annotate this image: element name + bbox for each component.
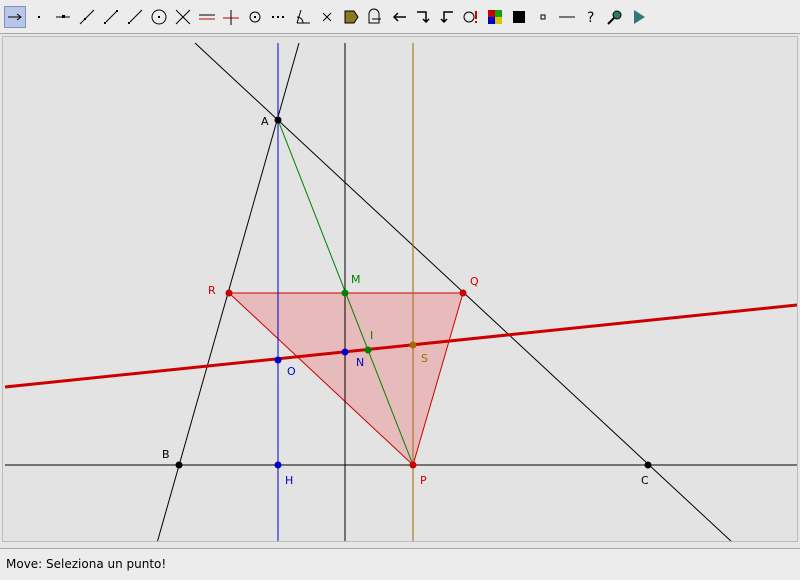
svg-text:?: ? [587, 10, 594, 26]
label-a: A [261, 115, 269, 128]
perpendicular-line-tool-button[interactable] [220, 6, 242, 28]
color-palette-button[interactable] [484, 6, 506, 28]
angle-tool-button[interactable] [292, 6, 314, 28]
parallel-line-tool-button[interactable] [196, 6, 218, 28]
parallel-line-tool-icon [199, 14, 215, 19]
measure-tool-button[interactable] [364, 6, 386, 28]
intersect-tool-button[interactable] [172, 6, 194, 28]
label-r: R [208, 284, 216, 297]
point-p[interactable] [409, 461, 417, 469]
segment-point-tool-button[interactable] [52, 6, 74, 28]
line-tool-button[interactable] [76, 6, 98, 28]
segment-tool-button[interactable] [100, 6, 122, 28]
measure-tool-icon [368, 8, 381, 23]
triangle-pqr[interactable] [227, 292, 464, 466]
ray-tool-button[interactable] [124, 6, 146, 28]
circle-tool-icon [151, 9, 167, 24]
redo-step-button[interactable] [412, 6, 434, 28]
point-i[interactable] [364, 346, 372, 354]
status-text: Move: Seleziona un punto! [6, 557, 167, 571]
drawing-canvas[interactable]: A B C H O M N I S Q R P [2, 36, 798, 544]
fill-black-icon [513, 10, 525, 23]
back-step-button[interactable] [436, 6, 458, 28]
locus-tool-icon [272, 15, 284, 18]
label-q: Q [470, 275, 479, 288]
line-tool-icon [79, 9, 95, 24]
small-point-button[interactable] [532, 6, 554, 28]
zoom-tool-icon [607, 10, 622, 25]
label-o: O [287, 365, 296, 378]
color-palette-icon [488, 9, 502, 24]
point-a[interactable] [274, 116, 282, 124]
angle-tool-icon [296, 9, 310, 23]
geometry-app: ? A B C H O M N I S Q R P Move: Selezion… [0, 0, 800, 580]
undo-arrow-icon [392, 11, 406, 22]
point-tool-button[interactable] [28, 6, 50, 28]
toolbar: ? [0, 0, 800, 34]
help-button[interactable]: ? [580, 6, 602, 28]
zoom-tool-button[interactable] [604, 6, 626, 28]
relation-tool-icon [463, 10, 477, 23]
ray-tool-icon [128, 9, 143, 24]
status-bar: Move: Seleziona un punto! [0, 548, 800, 580]
label-b: B [162, 448, 170, 461]
fill-black-button[interactable] [508, 6, 530, 28]
play-icon [634, 9, 645, 24]
label-h: H [285, 474, 293, 487]
line-style-button[interactable] [556, 6, 578, 28]
undo-arrow-button[interactable] [388, 6, 410, 28]
intersect-tool-icon [175, 9, 191, 24]
segment-tool-icon [104, 9, 118, 24]
label-i: I [370, 329, 373, 342]
segment-point-tool-icon [56, 14, 70, 18]
point-tool-icon [38, 15, 40, 18]
delete-tool-button[interactable] [316, 6, 338, 28]
label-c: C [641, 474, 649, 487]
help-icon: ? [587, 10, 594, 26]
label-n: N [356, 356, 364, 369]
play-button[interactable] [628, 6, 650, 28]
point-q[interactable] [459, 289, 467, 297]
relation-tool-button[interactable] [460, 6, 482, 28]
perpendicular-line-tool-icon [223, 9, 239, 25]
back-step-icon [440, 10, 453, 23]
point-c[interactable] [644, 461, 652, 469]
move-tool-button[interactable] [4, 5, 26, 28]
locus-tool-button[interactable] [268, 6, 290, 28]
small-point-icon [540, 14, 546, 19]
label-m: M [351, 273, 361, 286]
label-p: P [420, 474, 427, 487]
delete-tool-icon [322, 12, 332, 21]
label-s: S [421, 352, 428, 365]
point-s[interactable] [409, 341, 417, 349]
point-h[interactable] [274, 461, 282, 469]
line-style-icon [559, 16, 575, 17]
point-b[interactable] [175, 461, 183, 469]
midpoint-tool-icon [249, 11, 261, 22]
point-m[interactable] [341, 289, 349, 297]
polygon-tool-button[interactable] [340, 6, 362, 28]
point-r[interactable] [225, 289, 233, 297]
circle-tool-button[interactable] [148, 6, 170, 28]
move-tool-icon [8, 13, 22, 20]
geometry-svg[interactable]: A B C H O M N I S Q R P [3, 37, 798, 544]
redo-step-icon [417, 10, 430, 23]
midpoint-tool-button[interactable] [244, 6, 266, 28]
polygon-tool-icon [344, 10, 359, 23]
point-n[interactable] [341, 348, 349, 356]
point-o[interactable] [274, 356, 282, 364]
